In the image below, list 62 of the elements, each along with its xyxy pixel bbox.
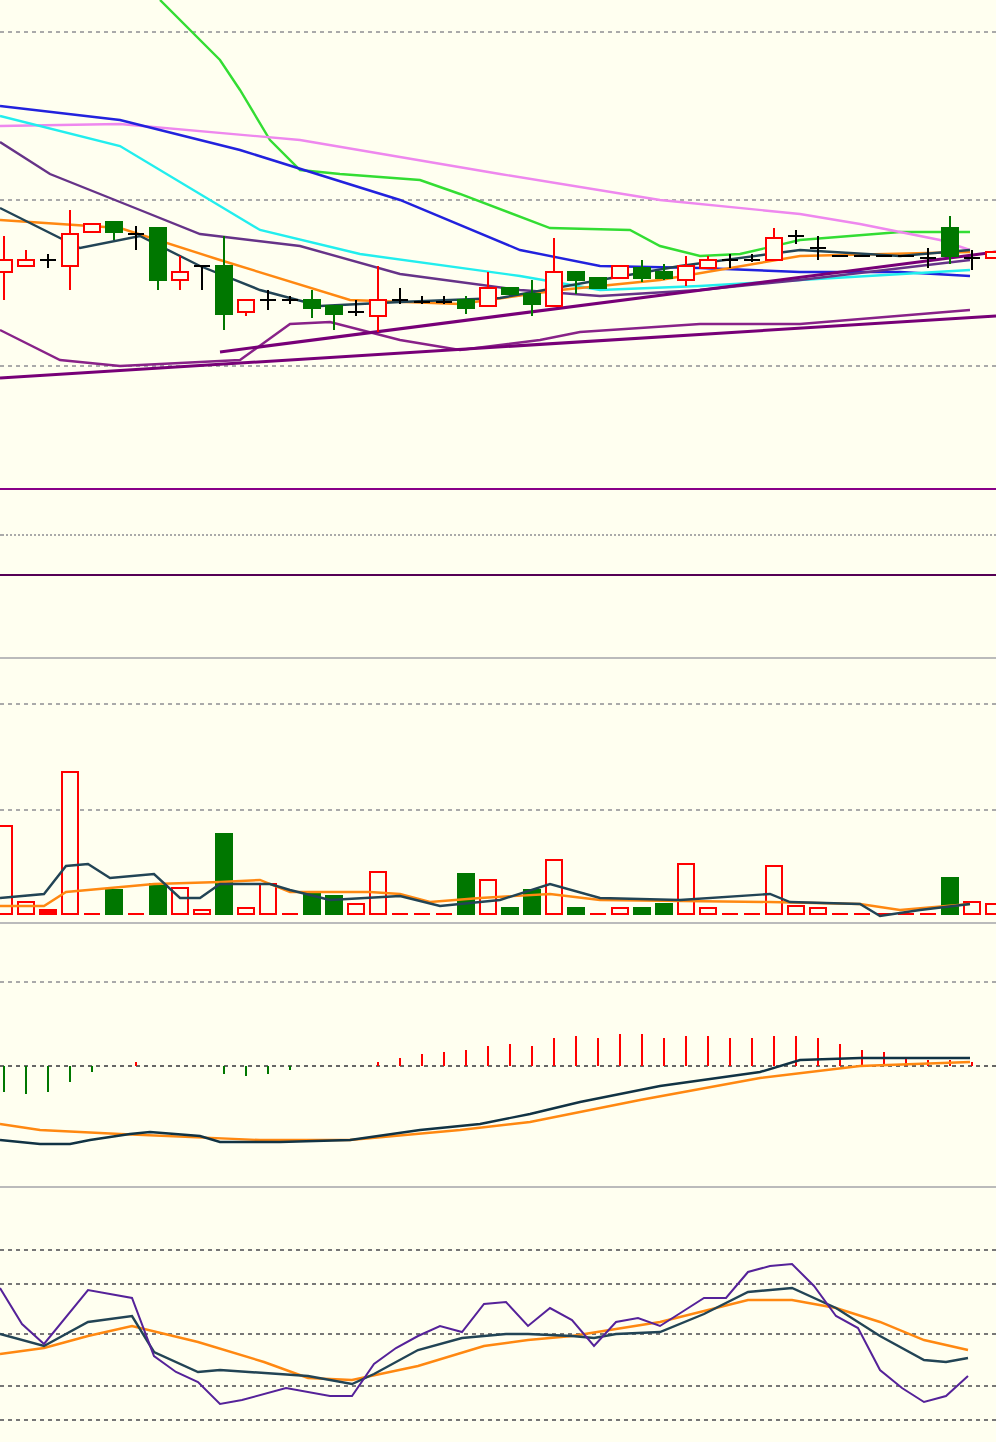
candlestick: [743, 253, 761, 263]
candlestick: [347, 299, 365, 317]
candlestick: [479, 271, 497, 307]
volume-bar: [39, 909, 57, 915]
volume-bar: [501, 907, 519, 915]
candlestick: [215, 235, 233, 331]
candlestick: [391, 287, 409, 305]
candlestick: [325, 305, 343, 331]
volume-bar: [215, 833, 233, 915]
volume-bar: [347, 903, 365, 915]
candlestick: [457, 295, 475, 315]
candlestick: [259, 289, 277, 311]
candlestick: [413, 295, 431, 305]
volume-bar: [633, 907, 651, 915]
candlestick: [655, 263, 673, 281]
candlestick: [303, 289, 321, 319]
volume-bar: [787, 905, 805, 915]
volume-bar: [809, 907, 827, 915]
volume-bar: [963, 901, 981, 915]
candlestick: [721, 253, 739, 269]
volume-bar: [369, 871, 387, 915]
candlestick: [17, 249, 35, 267]
volume-bar: [237, 907, 255, 915]
candlestick: [699, 255, 717, 269]
candlestick: [127, 225, 145, 251]
volume-bar: [655, 903, 673, 915]
candlestick: [61, 209, 79, 291]
candlestick: [171, 255, 189, 291]
candlestick: [787, 229, 805, 245]
volume-bar: [193, 909, 211, 915]
candlestick: [633, 259, 651, 283]
candlestick: [567, 271, 585, 295]
volume-bar: [677, 863, 695, 915]
volume-bar: [259, 883, 277, 915]
volume-bar: [105, 889, 123, 915]
candlestick: [501, 287, 519, 295]
candlestick: [765, 227, 783, 261]
candlestick: [237, 299, 255, 317]
volume-bar: [941, 877, 959, 915]
volume-bar: [545, 859, 563, 915]
volume-bar: [611, 907, 629, 915]
candlestick: [809, 235, 827, 261]
candlestick: [149, 227, 167, 291]
volume-bar: [61, 771, 79, 915]
volume-bar: [171, 887, 189, 915]
candlestick: [941, 215, 959, 265]
candlestick: [105, 221, 123, 241]
candlestick: [193, 265, 211, 291]
candlestick: [369, 265, 387, 333]
volume-bar: [149, 883, 167, 915]
volume-bar: [699, 907, 717, 915]
volume-bar: [567, 907, 585, 915]
candlestick: [435, 295, 453, 305]
volume-bar: [765, 865, 783, 915]
candlestick: [677, 255, 695, 287]
candlestick: [963, 249, 981, 271]
candlestick: [919, 247, 937, 269]
candlestick: [545, 237, 563, 307]
candlestick: [39, 253, 57, 269]
candlestick: [523, 279, 541, 317]
candlestick: [281, 295, 299, 305]
candlestick: [83, 223, 101, 233]
